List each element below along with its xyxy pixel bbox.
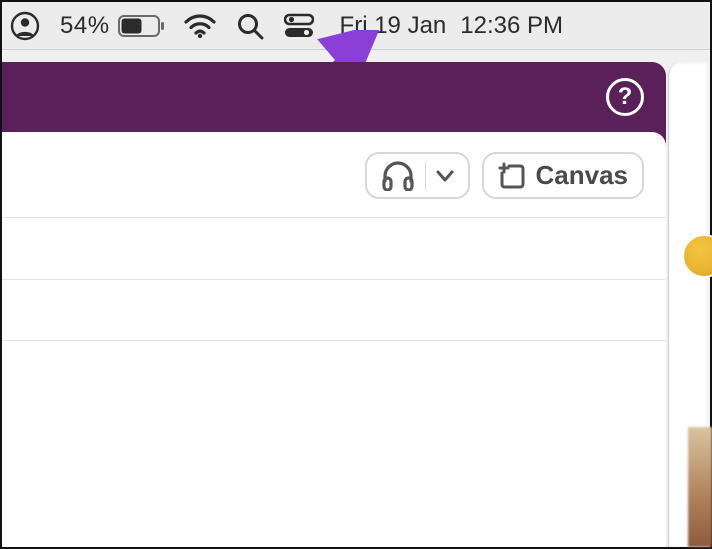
- list-item[interactable]: [2, 217, 666, 279]
- channel-toolbar: Canvas: [2, 132, 666, 217]
- battery-icon: [118, 15, 164, 37]
- divider: [425, 162, 426, 190]
- spotlight-search-icon[interactable]: [236, 12, 264, 40]
- control-center-icon[interactable]: [284, 13, 314, 39]
- chevron-down-icon: [436, 169, 454, 183]
- headphones-icon: [381, 161, 415, 191]
- background-window: [668, 62, 710, 547]
- slack-body: Canvas: [2, 132, 666, 547]
- list-item[interactable]: [2, 279, 666, 341]
- background-image-edge: [688, 427, 712, 547]
- macos-menubar: 54% Fri 19 Jan 12:36 PM: [2, 2, 710, 50]
- canvas-label: Canvas: [536, 160, 629, 191]
- huddle-button[interactable]: [365, 152, 470, 199]
- content-row-list: [2, 217, 666, 341]
- avatar: [682, 234, 712, 278]
- user-account-icon[interactable]: [10, 11, 40, 41]
- slack-titlebar: ?: [2, 62, 666, 132]
- menubar-date: Fri 19 Jan: [340, 12, 447, 40]
- slack-window: ? Canvas: [2, 62, 666, 547]
- help-icon: ?: [618, 83, 633, 111]
- help-button[interactable]: ?: [606, 78, 644, 116]
- wifi-icon[interactable]: [184, 14, 216, 38]
- menubar-time: 12:36 PM: [460, 12, 563, 40]
- canvas-button[interactable]: Canvas: [482, 152, 645, 199]
- menubar-datetime[interactable]: Fri 19 Jan 12:36 PM: [340, 12, 563, 40]
- canvas-add-icon: [498, 162, 526, 190]
- battery-percent: 54%: [60, 12, 110, 40]
- battery-status[interactable]: 54%: [60, 12, 164, 40]
